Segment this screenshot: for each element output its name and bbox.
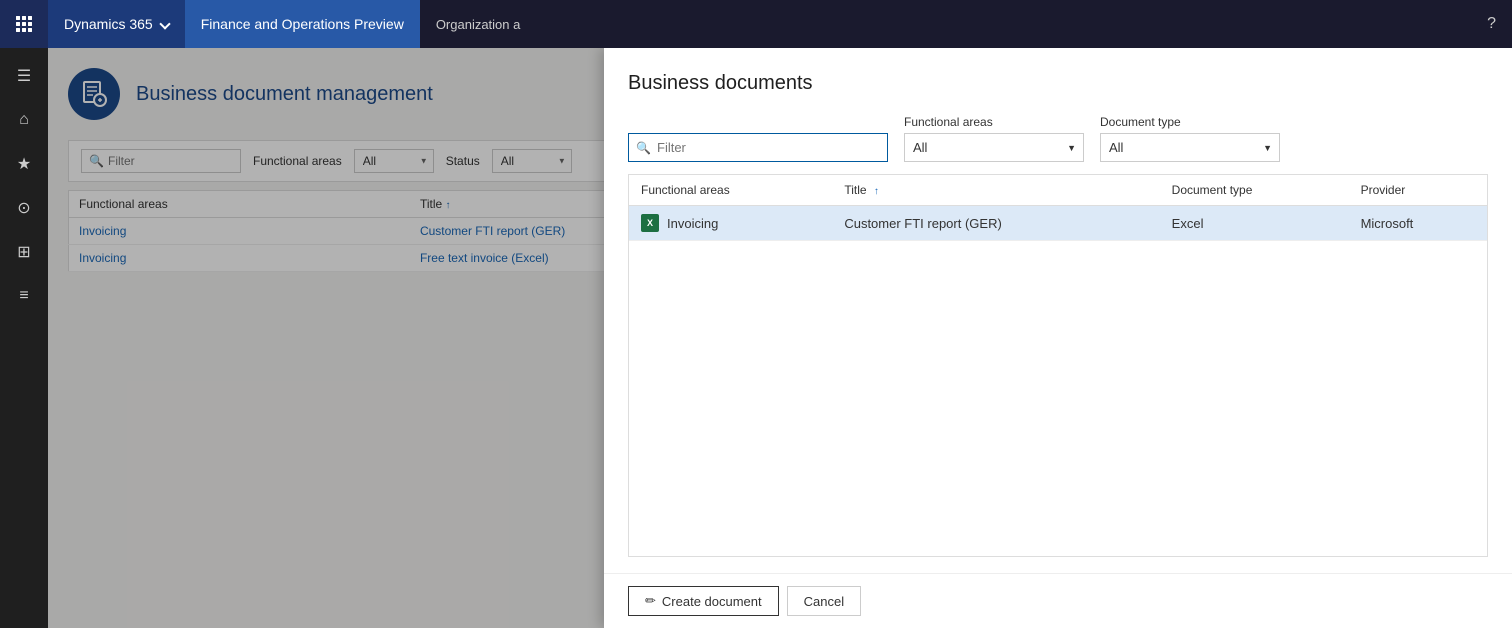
dialog-functional-areas-label: Functional areas (904, 115, 1084, 129)
excel-icon: X (641, 214, 659, 232)
sidebar: ☰ ⌂ ★ ⊙ ⊞ ≡ (0, 48, 48, 628)
sidebar-item-modules[interactable]: ≡ (4, 276, 44, 316)
module-label: Finance and Operations Preview (201, 16, 404, 32)
dialog-table-wrap: Functional areas Title ↑ Document type P… (628, 174, 1488, 557)
waffle-icon (16, 16, 32, 32)
dialog-filter-group-functional: Functional areas All (904, 115, 1084, 162)
dialog-filter-input-wrap: 🔍 (628, 133, 888, 162)
brand-chevron-icon (159, 18, 170, 29)
dialog-functional-areas-select[interactable]: All (904, 133, 1084, 162)
dialog-filter-group-search: 🔍 (628, 133, 888, 162)
sidebar-item-hamburger[interactable]: ☰ (4, 56, 44, 96)
cell-functional-areas-text: Invoicing (667, 216, 718, 231)
cell-provider: Microsoft (1349, 206, 1487, 241)
cell-functional-areas: X Invoicing (629, 206, 832, 241)
main-layout: ☰ ⌂ ★ ⊙ ⊞ ≡ Bu (0, 48, 1512, 628)
cancel-label: Cancel (804, 594, 844, 609)
dialog-document-type-select-wrap: All (1100, 133, 1280, 162)
dialog-col-document-type: Document type (1160, 175, 1349, 206)
module-tab[interactable]: Finance and Operations Preview (185, 0, 420, 48)
dialog-filter-input[interactable] (628, 133, 888, 162)
dialog-functional-areas-select-wrap: All (904, 133, 1084, 162)
dialog-col-title[interactable]: Title ↑ (832, 175, 1159, 206)
org-tab[interactable]: Organization a (420, 0, 537, 48)
dialog-panel: Business documents 🔍 Functional areas (604, 48, 1512, 628)
top-nav: Dynamics 365 Finance and Operations Prev… (0, 0, 1512, 48)
cell-title: Customer FTI report (GER) (832, 206, 1159, 241)
brand-label: Dynamics 365 (64, 16, 153, 32)
dialog-col-functional-areas: Functional areas (629, 175, 832, 206)
dialog-title: Business documents (628, 72, 1488, 95)
create-document-label: Create document (662, 594, 762, 609)
dialog-document-type-label: Document type (1100, 115, 1280, 129)
sidebar-item-favorites[interactable]: ★ (4, 144, 44, 184)
help-icon: ? (1487, 15, 1496, 32)
dialog-search-icon: 🔍 (636, 141, 651, 155)
cancel-button[interactable]: Cancel (787, 586, 861, 616)
dialog-document-type-select[interactable]: All (1100, 133, 1280, 162)
dialog-filter-row: 🔍 Functional areas All (628, 115, 1488, 162)
dialog-footer: ✏ Create document Cancel (604, 573, 1512, 628)
dialog-content: Business documents 🔍 Functional areas (604, 48, 1512, 573)
app-launcher-button[interactable] (0, 0, 48, 48)
dialog-table: Functional areas Title ↑ Document type P… (629, 175, 1487, 241)
edit-icon: ✏ (645, 593, 656, 609)
create-document-button[interactable]: ✏ Create document (628, 586, 779, 616)
sidebar-item-home[interactable]: ⌂ (4, 100, 44, 140)
table-row[interactable]: X Invoicing Customer FTI report (GER) Ex… (629, 206, 1487, 241)
help-button[interactable]: ? (1471, 15, 1512, 33)
sidebar-item-recent[interactable]: ⊙ (4, 188, 44, 228)
sidebar-item-workspaces[interactable]: ⊞ (4, 232, 44, 272)
org-label: Organization a (436, 17, 521, 32)
dialog-col-provider: Provider (1349, 175, 1487, 206)
content-area: Business document management 🔍 Functiona… (48, 48, 1512, 628)
cell-document-type: Excel (1160, 206, 1349, 241)
dialog-filter-group-doctype: Document type All (1100, 115, 1280, 162)
brand-button[interactable]: Dynamics 365 (48, 0, 185, 48)
